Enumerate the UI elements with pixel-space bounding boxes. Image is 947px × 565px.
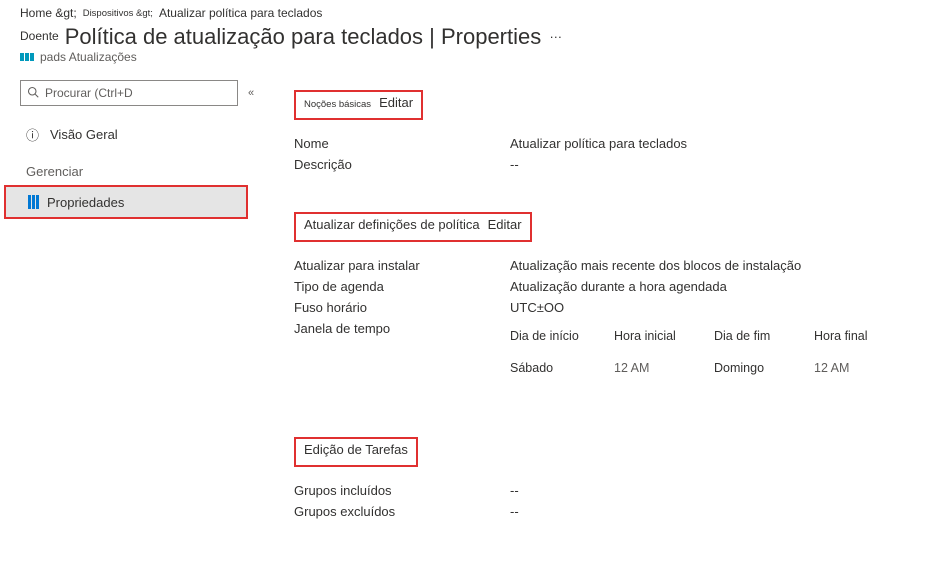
subhead-text: pads Atualizações — [40, 50, 137, 64]
nav-section-manage: Gerenciar — [20, 150, 260, 185]
time-window-header: Dia de início Hora inicial Dia de fim Ho… — [510, 329, 926, 343]
assign-exc-key: Grupos excluídos — [294, 504, 510, 519]
policy-install-key: Atualizar para instalar — [294, 258, 510, 273]
title-ellipsis-icon[interactable]: … — [549, 26, 562, 41]
policy-tz-key: Fuso horário — [294, 300, 510, 315]
section-policy-header: Atualizar definições de política Editar — [294, 212, 532, 242]
edit-basics-link[interactable]: Editar — [379, 95, 413, 110]
section-policy-title: Atualizar definições de política — [304, 217, 480, 232]
assign-inc-val: -- — [510, 483, 519, 498]
search-placeholder: Procurar (Ctrl+D — [45, 86, 133, 100]
content-pane: Noções básicas Editar Nome Atualizar pol… — [260, 74, 947, 525]
assign-exc-val: -- — [510, 504, 519, 519]
tw-h-startday: Dia de início — [510, 329, 614, 343]
nav-properties-label: Propriedades — [47, 195, 124, 210]
policy-sched-key: Tipo de agenda — [294, 279, 510, 294]
section-assignments-header: Edição de Tarefas — [294, 437, 418, 467]
basics-name-val: Atualizar política para teclados — [510, 136, 687, 151]
edit-policy-link[interactable]: Editar — [488, 217, 522, 232]
info-icon: ⓘ — [26, 125, 44, 144]
breadcrumb: Home &gt; Dispositivos &gt; Atualizar po… — [0, 0, 947, 24]
properties-icon — [28, 195, 39, 209]
policy-install-val: Atualização mais recente dos blocos de i… — [510, 258, 801, 273]
policy-tz-val: UTC±OO — [510, 300, 564, 315]
tw-h-starttime: Hora inicial — [614, 329, 714, 343]
page-header: Doente Política de atualização para tecl… — [0, 24, 947, 74]
section-assignments-title: Edição de Tarefas — [304, 442, 408, 457]
left-nav: Procurar (Ctrl+D « ⓘ Visão Geral Gerenci… — [0, 74, 260, 525]
doente-label: Doente — [20, 29, 59, 43]
section-basics-header: Noções básicas Editar — [294, 90, 423, 120]
search-input[interactable]: Procurar (Ctrl+D — [20, 80, 238, 106]
annotation-box-properties: Propriedades — [4, 185, 248, 219]
basics-name-key: Nome — [294, 136, 510, 151]
nav-overview-label: Visão Geral — [50, 127, 118, 142]
breadcrumb-home[interactable]: Home &gt; — [20, 6, 77, 20]
tw-h-endday: Dia de fim — [714, 329, 814, 343]
basics-desc-key: Descrição — [294, 157, 510, 172]
stack-icon — [20, 53, 34, 61]
nav-properties[interactable]: Propriedades — [6, 187, 246, 217]
nav-overview[interactable]: ⓘ Visão Geral — [20, 118, 260, 150]
time-window-row: Sábado 12 AM Domingo 12 AM — [510, 361, 926, 375]
tw-endday: Domingo — [714, 361, 814, 375]
section-basics-title: Noções básicas — [304, 99, 371, 110]
search-icon — [27, 86, 39, 101]
assign-inc-key: Grupos incluídos — [294, 483, 510, 498]
basics-desc-val: -- — [510, 157, 519, 172]
breadcrumb-devices[interactable]: Dispositivos &gt; — [83, 8, 153, 19]
tw-endtime: 12 AM — [814, 361, 914, 375]
tw-starttime: 12 AM — [614, 361, 714, 375]
breadcrumb-current: Atualizar política para teclados — [159, 6, 322, 20]
collapse-nav-icon[interactable]: « — [248, 87, 254, 99]
policy-sched-val: Atualização durante a hora agendada — [510, 279, 727, 294]
page-title: Política de atualização para teclados | … — [65, 24, 542, 50]
tw-startday: Sábado — [510, 361, 614, 375]
tw-h-endtime: Hora final — [814, 329, 914, 343]
policy-tw-key: Janela de tempo — [294, 321, 510, 375]
